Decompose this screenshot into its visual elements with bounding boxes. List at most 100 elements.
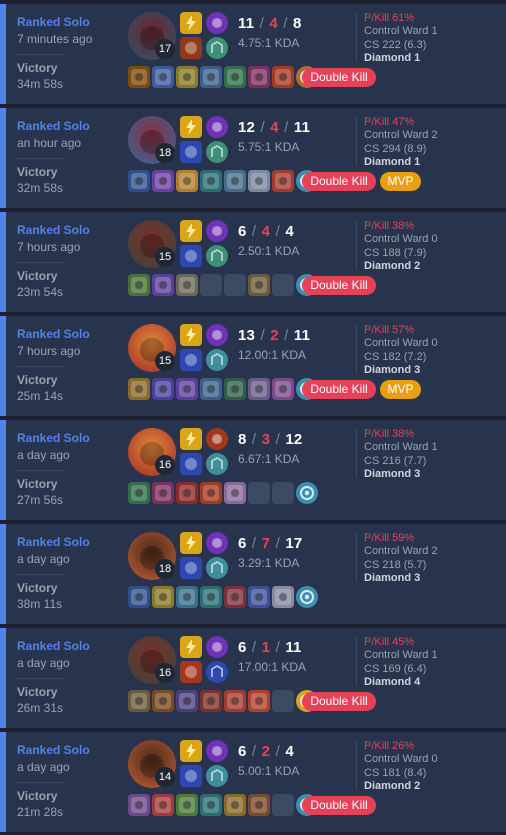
- match-card-5[interactable]: Ranked Solo a day ago Victory 27m 56s 16…: [0, 420, 506, 520]
- item-slot-icon[interactable]: [272, 586, 294, 608]
- item-slot-icon[interactable]: [152, 378, 174, 400]
- champion-portrait[interactable]: 17: [128, 12, 176, 60]
- item-slot-icon[interactable]: [152, 170, 174, 192]
- summoner-spell-flash-icon[interactable]: [180, 116, 202, 138]
- item-slot-icon[interactable]: [224, 170, 246, 192]
- item-slot-icon[interactable]: [176, 66, 198, 88]
- item-slot-icon[interactable]: [152, 66, 174, 88]
- item-slot-icon[interactable]: [128, 170, 150, 192]
- item-slot-icon[interactable]: [248, 690, 270, 712]
- keystone-rune-icon[interactable]: [206, 324, 228, 346]
- item-slot-icon[interactable]: [200, 482, 222, 504]
- secondary-rune-icon[interactable]: [206, 37, 228, 59]
- item-slot-icon[interactable]: [248, 586, 270, 608]
- summoner-spell-icon[interactable]: [180, 349, 202, 371]
- item-slot-icon[interactable]: [128, 482, 150, 504]
- trinket-ward-icon[interactable]: [296, 586, 318, 608]
- item-slot-icon[interactable]: [272, 66, 294, 88]
- item-slot-icon[interactable]: [248, 274, 270, 296]
- summoner-spell-icon[interactable]: [180, 141, 202, 163]
- summoner-spell-icon[interactable]: [180, 245, 202, 267]
- item-slot-icon[interactable]: [176, 690, 198, 712]
- item-slot-icon[interactable]: [176, 586, 198, 608]
- summoner-spell-flash-icon[interactable]: [180, 428, 202, 450]
- item-slot-icon[interactable]: [152, 274, 174, 296]
- item-slot-icon[interactable]: [224, 378, 246, 400]
- item-slot-icon[interactable]: [248, 66, 270, 88]
- champion-portrait[interactable]: 15: [128, 220, 176, 268]
- match-card-6[interactable]: Ranked Solo a day ago Victory 38m 11s 18…: [0, 524, 506, 624]
- secondary-rune-icon[interactable]: [206, 141, 228, 163]
- item-slot-icon[interactable]: [224, 690, 246, 712]
- item-slot-icon[interactable]: [200, 794, 222, 816]
- trinket-ward-icon[interactable]: [296, 482, 318, 504]
- item-slot-icon[interactable]: [128, 274, 150, 296]
- item-slot-icon[interactable]: [176, 170, 198, 192]
- keystone-rune-icon[interactable]: [206, 116, 228, 138]
- keystone-rune-icon[interactable]: [206, 636, 228, 658]
- summoner-spell-icon[interactable]: [180, 453, 202, 475]
- item-slot-icon[interactable]: [248, 170, 270, 192]
- item-slot-icon[interactable]: [272, 378, 294, 400]
- keystone-rune-icon[interactable]: [206, 740, 228, 762]
- secondary-rune-icon[interactable]: [206, 557, 228, 579]
- champion-portrait[interactable]: 18: [128, 532, 176, 580]
- item-slot-icon[interactable]: [224, 586, 246, 608]
- champion-portrait[interactable]: 16: [128, 636, 176, 684]
- item-slot-icon[interactable]: [272, 170, 294, 192]
- item-slot-icon[interactable]: [176, 482, 198, 504]
- match-card-8[interactable]: Ranked Solo a day ago Victory 21m 28s 14…: [0, 732, 506, 832]
- item-slot-icon[interactable]: [128, 794, 150, 816]
- item-slot-icon[interactable]: [224, 794, 246, 816]
- secondary-rune-icon[interactable]: [206, 661, 228, 683]
- summoner-spell-flash-icon[interactable]: [180, 324, 202, 346]
- keystone-rune-icon[interactable]: [206, 532, 228, 554]
- summoner-spell-flash-icon[interactable]: [180, 12, 202, 34]
- keystone-rune-icon[interactable]: [206, 428, 228, 450]
- item-slot-icon[interactable]: [152, 482, 174, 504]
- item-slot-icon[interactable]: [200, 690, 222, 712]
- item-slot-icon[interactable]: [128, 586, 150, 608]
- item-slot-icon[interactable]: [224, 66, 246, 88]
- match-card-7[interactable]: Ranked Solo a day ago Victory 26m 31s 16…: [0, 628, 506, 728]
- item-slot-icon[interactable]: [200, 378, 222, 400]
- item-slot-icon[interactable]: [224, 482, 246, 504]
- summoner-spell-icon[interactable]: [180, 557, 202, 579]
- summoner-spell-flash-icon[interactable]: [180, 532, 202, 554]
- item-slot-icon[interactable]: [176, 274, 198, 296]
- match-card-3[interactable]: Ranked Solo 7 hours ago Victory 23m 54s …: [0, 212, 506, 312]
- item-slot-icon[interactable]: [128, 690, 150, 712]
- match-card-1[interactable]: Ranked Solo 7 minutes ago Victory 34m 58…: [0, 4, 506, 104]
- item-slot-icon[interactable]: [200, 66, 222, 88]
- champion-portrait[interactable]: 14: [128, 740, 176, 788]
- item-slot-icon[interactable]: [176, 378, 198, 400]
- item-slot-icon[interactable]: [248, 378, 270, 400]
- item-slot-icon[interactable]: [152, 794, 174, 816]
- secondary-rune-icon[interactable]: [206, 245, 228, 267]
- item-slot-icon[interactable]: [200, 586, 222, 608]
- item-slot-icon[interactable]: [152, 690, 174, 712]
- champion-portrait[interactable]: 18: [128, 116, 176, 164]
- item-slot-icon[interactable]: [128, 378, 150, 400]
- match-card-2[interactable]: Ranked Solo an hour ago Victory 32m 58s …: [0, 108, 506, 208]
- summoner-spell-flash-icon[interactable]: [180, 740, 202, 762]
- item-slot-icon[interactable]: [200, 170, 222, 192]
- summoner-spell-icon[interactable]: [180, 37, 202, 59]
- secondary-rune-icon[interactable]: [206, 349, 228, 371]
- summoner-spell-flash-icon[interactable]: [180, 220, 202, 242]
- kda-ratio: 12.00:1 KDA: [238, 348, 307, 362]
- item-slot-icon[interactable]: [152, 586, 174, 608]
- item-slot-icon[interactable]: [128, 66, 150, 88]
- champion-portrait[interactable]: 15: [128, 324, 176, 372]
- secondary-rune-icon[interactable]: [206, 453, 228, 475]
- summoner-spell-icon[interactable]: [180, 765, 202, 787]
- secondary-rune-icon[interactable]: [206, 765, 228, 787]
- champion-portrait[interactable]: 16: [128, 428, 176, 476]
- keystone-rune-icon[interactable]: [206, 12, 228, 34]
- match-card-4[interactable]: Ranked Solo 7 hours ago Victory 25m 14s …: [0, 316, 506, 416]
- item-slot-icon[interactable]: [248, 794, 270, 816]
- keystone-rune-icon[interactable]: [206, 220, 228, 242]
- summoner-spell-icon[interactable]: [180, 661, 202, 683]
- summoner-spell-flash-icon[interactable]: [180, 636, 202, 658]
- item-slot-icon[interactable]: [176, 794, 198, 816]
